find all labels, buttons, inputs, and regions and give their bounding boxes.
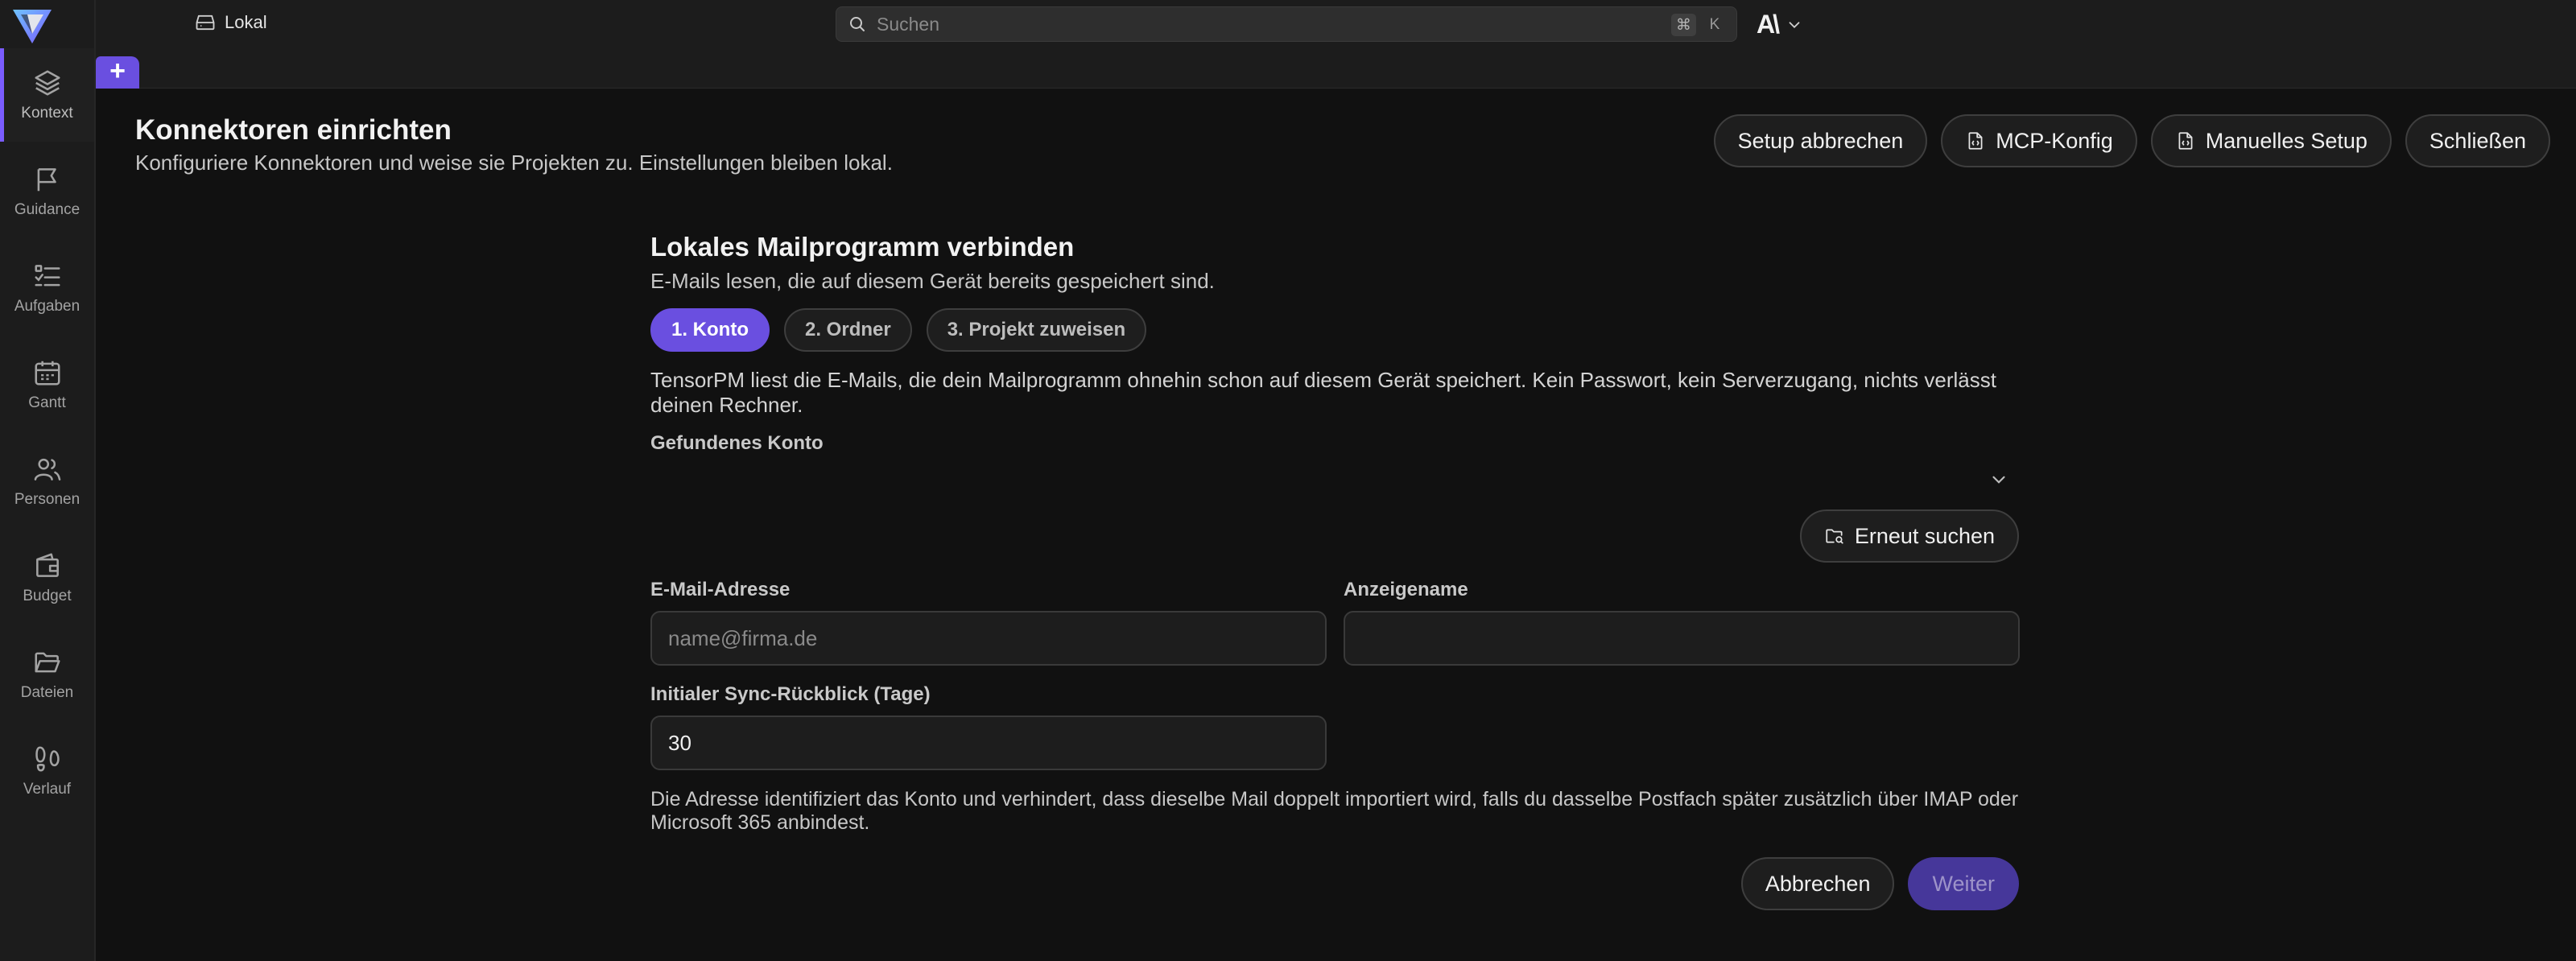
- wallet-icon: [35, 553, 59, 577]
- file-code-icon: [1968, 132, 1983, 150]
- sidebar-item-verlauf[interactable]: Verlauf: [0, 724, 94, 818]
- form-subtitle: E-Mails lesen, die auf diesem Gerät bere…: [650, 269, 1215, 293]
- search-input[interactable]: [877, 13, 1601, 35]
- manual-setup-button[interactable]: Manuelles Setup: [2150, 114, 2392, 167]
- chevron-down-icon: [1789, 21, 1800, 28]
- flag-icon: [37, 168, 56, 192]
- sidebar-item-guidance[interactable]: Guidance: [0, 145, 94, 238]
- sync-days-label: Initialer Sync-Rückblick (Tage): [650, 683, 931, 705]
- shortcut-key: K: [1709, 16, 1720, 33]
- search-bar[interactable]: ⌘ K: [836, 6, 1737, 42]
- add-tab-button[interactable]: +: [96, 56, 139, 89]
- sidebar-item-label: Kontext: [21, 105, 73, 122]
- sidebar-item-label: Verlauf: [23, 781, 72, 798]
- folder-icon: [34, 652, 60, 673]
- found-account-select[interactable]: [650, 466, 2019, 493]
- mcp-config-label: MCP-Konfig: [1996, 128, 2113, 153]
- sidebar-item-dateien[interactable]: Dateien: [0, 628, 94, 721]
- header-actions: Setup abbrechen MCP-Konfig Manuelles Set…: [1713, 114, 2550, 167]
- next-button[interactable]: Weiter: [1908, 857, 2019, 910]
- sidebar-item-gantt[interactable]: Gantt: [0, 338, 94, 431]
- file-code-icon: [2178, 132, 2193, 150]
- display-name-field[interactable]: [1344, 611, 2020, 666]
- sidebar-item-label: Dateien: [20, 684, 74, 701]
- step-assign-project[interactable]: 3. Projekt zuweisen: [926, 308, 1147, 352]
- location-label: Lokal: [225, 12, 267, 32]
- sidebar-item-aufgaben[interactable]: Aufgaben: [0, 241, 94, 335]
- found-account-label: Gefundenes Konto: [650, 432, 824, 454]
- next-label: Weiter: [1932, 871, 1995, 896]
- step-folders[interactable]: 2. Ordner: [784, 308, 912, 352]
- sidebar-item-label: Gantt: [28, 394, 66, 411]
- main-content: Konnektoren einrichten Konfiguriere Konn…: [96, 89, 2576, 961]
- app-window: Kontext Guidance Aufgaben Gantt Personen…: [0, 0, 2576, 961]
- shortcut-modifier: ⌘: [1671, 14, 1696, 36]
- tab-strip: +: [96, 48, 2576, 89]
- close-button[interactable]: Schließen: [2405, 114, 2550, 167]
- manual-setup-label: Manuelles Setup: [2205, 128, 2368, 153]
- footsteps-icon: [35, 746, 60, 772]
- anthropic-logo: A\: [1757, 10, 1780, 39]
- top-bar: Lokal ⌘ K A\: [96, 0, 2576, 48]
- layers-icon: [34, 70, 60, 96]
- display-name-label: Anzeigename: [1344, 579, 1468, 600]
- step-tabs: 1. Konto 2. Ordner 3. Projekt zuweisen: [650, 308, 2019, 352]
- page-title: Konnektoren einrichten: [135, 114, 452, 146]
- sidebar-item-label: Budget: [23, 588, 72, 604]
- people-icon: [34, 458, 60, 480]
- folder-search-icon: [1826, 529, 1843, 544]
- sync-days-field[interactable]: [650, 716, 1327, 770]
- intro-text: TensorPM liest die E-Mails, die dein Mai…: [650, 368, 1996, 417]
- drive-icon: [196, 14, 215, 31]
- close-label: Schließen: [2429, 128, 2526, 153]
- email-field[interactable]: [650, 611, 1327, 666]
- chevron-down-icon: [1992, 476, 2005, 484]
- sidebar-item-budget[interactable]: Budget: [0, 531, 94, 625]
- rescan-label: Erneut suchen: [1854, 523, 1995, 548]
- checklist-icon: [34, 265, 60, 287]
- sidebar-item-label: Personen: [14, 491, 80, 508]
- sidebar-item-label: Aufgaben: [14, 298, 80, 315]
- hint-text: Die Adresse identifiziert das Konto und …: [650, 788, 2019, 834]
- location-selector[interactable]: Lokal: [194, 11, 267, 34]
- sidebar-item-kontext[interactable]: Kontext: [0, 48, 94, 142]
- sidebar-item-label: Guidance: [14, 201, 80, 218]
- cancel-setup-button[interactable]: Setup abbrechen: [1713, 114, 1928, 167]
- cancel-button[interactable]: Abbrechen: [1740, 857, 1895, 910]
- step-account[interactable]: 1. Konto: [650, 308, 770, 352]
- connector-form: Lokales Mailprogramm verbinden E-Mails l…: [650, 232, 2020, 910]
- rescan-button[interactable]: Erneut suchen: [1799, 509, 2019, 563]
- form-title: Lokales Mailprogramm verbinden: [650, 232, 1075, 262]
- cancel-label: Abbrechen: [1765, 871, 1871, 896]
- plus-icon: +: [109, 56, 126, 86]
- search-icon: [850, 17, 865, 31]
- sidebar: Kontext Guidance Aufgaben Gantt Personen…: [0, 0, 96, 961]
- cancel-setup-label: Setup abbrechen: [1737, 128, 1904, 153]
- email-label: E-Mail-Adresse: [650, 579, 791, 600]
- mcp-config-button[interactable]: MCP-Konfig: [1941, 114, 2137, 167]
- page-subtitle: Konfiguriere Konnektoren und weise sie P…: [135, 151, 893, 175]
- sidebar-item-personen[interactable]: Personen: [0, 435, 94, 528]
- search-shortcut: ⌘ K: [1671, 14, 1727, 36]
- calendar-icon: [34, 361, 60, 386]
- model-selector[interactable]: A\: [1757, 10, 1803, 39]
- app-logo[interactable]: [11, 6, 53, 45]
